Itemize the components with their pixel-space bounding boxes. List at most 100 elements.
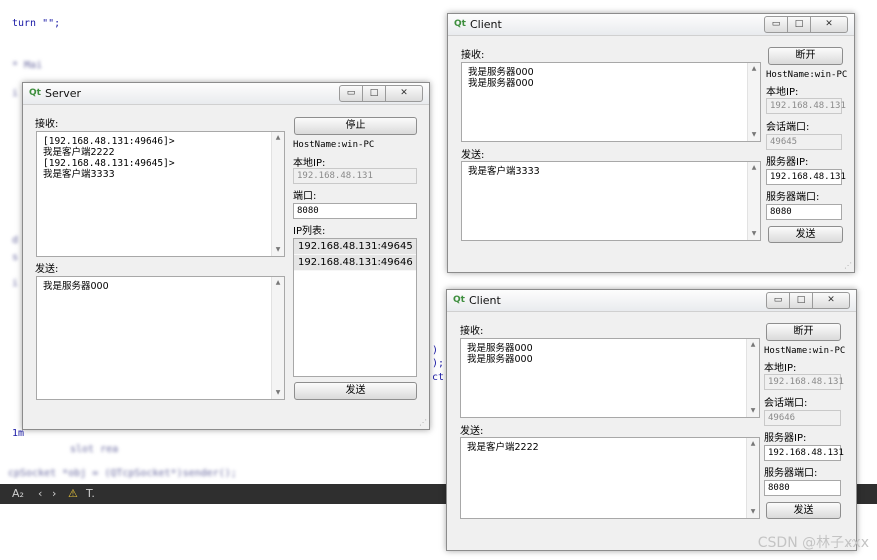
recv-line: [192.168.48.131:49646]> [43,136,175,147]
disconnect-button[interactable]: 断开 [766,323,841,341]
local-ip-field: 192.168.48.131 [764,374,844,390]
recv-textarea[interactable]: 我是服务器000 我是服务器000 ▲ ▼ [461,62,761,142]
local-ip-label: 本地IP: [764,363,797,374]
text-size-icon[interactable]: A₂ [12,487,24,500]
qt-logo-icon: Qt [29,88,41,98]
qt-logo-icon: Qt [453,295,465,305]
maximize-icon[interactable]: □ [789,292,813,309]
hostname-label: HostName:win-PC [764,346,846,356]
qt-logo-icon: Qt [454,19,466,29]
send-label: 发送: [461,150,485,161]
hostname-label: HostName:win-PC [293,140,375,150]
recv-line: 我是服务器000 [467,354,533,365]
csdn-watermark: CSDN @林子xxx [757,535,869,551]
client-title-bar[interactable]: Qt Client ▭ □ ✕ [447,290,856,312]
code-line: s [12,252,19,263]
send-button[interactable]: 发送 [766,502,841,519]
local-ip-field: 192.168.48.131 [766,98,846,114]
nav-forward-icon[interactable]: › [52,487,56,500]
recv-line: 我是客户端2222 [43,147,115,158]
code-line: ); [432,358,445,369]
code-line: d [12,235,19,246]
maximize-icon[interactable]: □ [362,85,386,102]
session-port-label: 会话端口: [764,398,808,409]
server-title-bar[interactable]: Qt Server ▭ □ ✕ [23,83,429,105]
session-port-label: 会话端口: [766,122,810,133]
code-line: i [12,88,19,99]
code-line: i [12,278,19,289]
resize-grip-icon[interactable]: ⋰ [844,261,852,270]
recv-scrollbar[interactable]: ▲ ▼ [271,132,284,256]
port-field[interactable]: 8080 [293,203,417,219]
send-textarea[interactable]: 我是服务器000 ▲ ▼ [36,276,285,400]
recv-line: 我是服务器000 [468,67,534,78]
session-port-field: 49645 [766,134,842,150]
close-icon[interactable]: ✕ [812,292,850,309]
warning-icon[interactable]: ⚠ [68,487,78,500]
recv-scrollbar[interactable]: ▲ ▼ [747,63,760,141]
send-textarea[interactable]: 我是客户端2222 ▲ ▼ [460,437,760,519]
client-window-2: Qt Client ▭ □ ✕ 接收: 我是服务器000 我是服务器000 ▲ ▼… [446,289,857,551]
recv-textarea[interactable]: [192.168.48.131:49646]> 我是客户端2222 [192.1… [36,131,285,257]
session-port-field: 49646 [764,410,841,426]
minimize-icon[interactable]: ▭ [764,16,788,33]
client-window-1: Qt Client ▭ □ ✕ 接收: 我是服务器000 我是服务器000 ▲ ▼… [447,13,855,273]
send-textarea[interactable]: 我是客户端3333 ▲ ▼ [461,161,761,241]
nav-back-icon[interactable]: ‹ [38,487,42,500]
server-ip-field[interactable]: 192.168.48.131 [764,445,844,461]
local-ip-label: 本地IP: [766,87,799,98]
server-ip-label: 服务器IP: [764,433,807,444]
server-ip-field[interactable]: 192.168.48.131 [766,169,846,185]
send-label: 发送: [460,426,484,437]
send-text: 我是客户端2222 [467,442,539,453]
recv-scrollbar[interactable]: ▲ ▼ [746,339,759,417]
code-line: ) [432,345,439,356]
filter-icon[interactable]: T. [86,487,95,500]
code-line: ct [432,372,445,383]
send-text: 我是服务器000 [43,281,109,292]
server-port-field[interactable]: 8080 [764,480,841,496]
send-label: 发送: [35,264,59,275]
recv-label: 接收: [35,119,59,130]
recv-label: 接收: [461,50,485,61]
port-label: 端口: [293,191,317,202]
recv-textarea[interactable]: 我是服务器000 我是服务器000 ▲ ▼ [460,338,760,418]
code-line: * Mai [12,60,43,71]
minimize-icon[interactable]: ▭ [339,85,363,102]
recv-line: 我是服务器000 [467,343,533,354]
server-port-label: 服务器端口: [766,192,820,203]
send-scrollbar[interactable]: ▲ ▼ [747,162,760,240]
server-window: Qt Server ▭ □ ✕ 接收: [192.168.48.131:4964… [22,82,430,430]
ip-list-item[interactable]: 192.168.48.131:49645 [294,239,416,255]
send-scrollbar[interactable]: ▲ ▼ [746,438,759,518]
window-title: Server [45,87,82,100]
hostname-label: HostName:win-PC [766,70,848,80]
server-port-field[interactable]: 8080 [766,204,842,220]
recv-line: 我是客户端3333 [43,169,115,180]
code-line: slot rea [70,444,119,455]
send-button[interactable]: 发送 [768,226,843,243]
close-icon[interactable]: ✕ [385,85,423,102]
ip-list-label: IP列表: [293,226,326,237]
minimize-icon[interactable]: ▭ [766,292,790,309]
window-title: Client [470,18,502,31]
stop-button[interactable]: 停止 [294,117,417,135]
code-line: turn ""; [12,18,61,29]
local-ip-field: 192.168.48.131 [293,168,417,184]
recv-line: [192.168.48.131:49645]> [43,158,175,169]
send-scrollbar[interactable]: ▲ ▼ [271,277,284,399]
close-icon[interactable]: ✕ [810,16,848,33]
disconnect-button[interactable]: 断开 [768,47,843,65]
server-port-label: 服务器端口: [764,468,818,479]
maximize-icon[interactable]: □ [787,16,811,33]
client-title-bar[interactable]: Qt Client ▭ □ ✕ [448,14,854,36]
window-title: Client [469,294,501,307]
local-ip-label: 本地IP: [293,158,326,169]
send-text: 我是客户端3333 [468,166,540,177]
recv-label: 接收: [460,326,484,337]
ip-list-item[interactable]: 192.168.48.131:49646 [294,255,416,271]
ip-list[interactable]: 192.168.48.131:49645 192.168.48.131:4964… [293,238,417,377]
resize-grip-icon[interactable]: ⋰ [419,418,427,427]
send-button[interactable]: 发送 [294,382,417,400]
recv-line: 我是服务器000 [468,78,534,89]
